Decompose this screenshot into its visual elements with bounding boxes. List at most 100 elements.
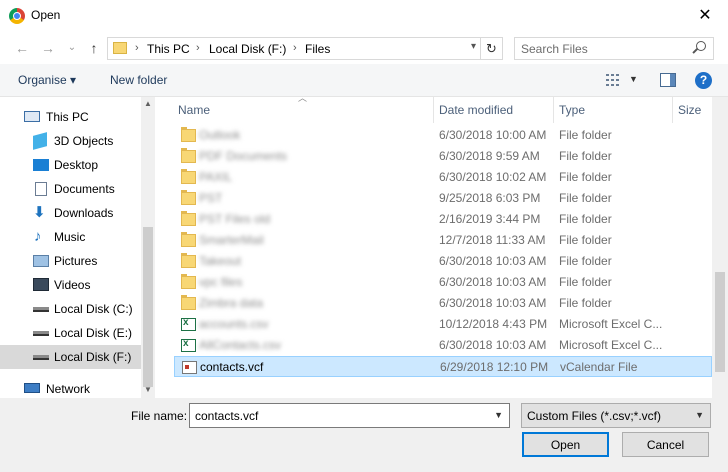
sidebar-item-label: Music [54, 230, 86, 244]
table-row[interactable]: AllContacts.csv 6/30/2018 10:03 AM Microso… [174, 335, 712, 356]
breadcrumb-separator[interactable]: › [293, 42, 297, 54]
search-box[interactable] [514, 37, 714, 60]
breadcrumb-files[interactable]: Files [305, 42, 330, 56]
3d-objects-icon [33, 132, 47, 150]
help-icon[interactable]: ? [695, 72, 712, 89]
address-bar[interactable]: › This PC › Local Disk (F:) › Files ▾ ↻ [107, 37, 503, 60]
close-button[interactable]: ✕ [682, 0, 728, 31]
search-icon[interactable] [696, 41, 706, 51]
table-row[interactable]: vpc files 6/30/2018 10:03 AM File folder [174, 272, 712, 293]
breadcrumb-local-disk-f[interactable]: Local Disk (F:) [209, 42, 286, 56]
file-type-select[interactable]: Custom Files (*.csv;*.vcf) ▼ [521, 403, 711, 428]
sidebar-item-label: This PC [46, 110, 89, 124]
navigation-bar: ← → ⌄ ↑ › This PC › Local Disk (F:) › Fi… [0, 31, 728, 64]
column-header-size[interactable]: Size [678, 97, 701, 123]
folder-icon [113, 42, 127, 54]
table-row[interactable]: PAXIL 6/30/2018 10:02 AM File folder [174, 167, 712, 188]
column-divider[interactable] [553, 97, 554, 123]
search-input[interactable] [515, 38, 685, 59]
sidebar-item-label: Downloads [54, 206, 114, 220]
sidebar-item-music[interactable]: ♪ Music [0, 225, 141, 249]
file-date-modified: 6/30/2018 10:03 AM [439, 296, 547, 310]
videos-icon [33, 278, 49, 291]
sidebar-item-pictures[interactable]: Pictures [0, 249, 141, 273]
column-header-name[interactable]: Name [178, 97, 210, 123]
sidebar-item-desktop[interactable]: Desktop [0, 153, 141, 177]
sidebar-item-local-disk-c[interactable]: Local Disk (C:) [0, 297, 141, 321]
file-name-input[interactable] [190, 404, 480, 427]
sidebar-item-local-disk-e[interactable]: Local Disk (E:) [0, 321, 141, 345]
column-divider[interactable] [672, 97, 673, 123]
view-options-icon[interactable] [606, 74, 622, 86]
table-row[interactable]: PDF Documents 6/30/2018 9:59 AM File folde… [174, 146, 712, 167]
sidebar-item-label: Pictures [54, 254, 98, 268]
sidebar-scroll-thumb[interactable] [143, 227, 153, 387]
sidebar-item-label: Desktop [54, 158, 99, 172]
sidebar-item-local-disk-f[interactable]: Local Disk (F:) [0, 345, 141, 369]
column-header-type[interactable]: Type [559, 97, 585, 123]
cancel-button[interactable]: Cancel [622, 432, 709, 457]
file-type: File folder [559, 149, 612, 163]
folder-icon [181, 274, 196, 289]
table-row[interactable]: Zimbra data 6/30/2018 10:03 AM File folder [174, 293, 712, 314]
sidebar-item-label: Network [46, 382, 91, 396]
scroll-down-icon[interactable]: ▼ [144, 385, 152, 394]
back-button[interactable]: ← [12, 38, 32, 58]
sidebar-item-3d-objects[interactable]: 3D Objects [0, 129, 141, 153]
table-row[interactable]: Takeout 6/30/2018 10:03 AM File folder [174, 251, 712, 272]
file-type: File folder [559, 275, 612, 289]
chevron-down-icon[interactable]: ▼ [629, 74, 638, 84]
excel-file-icon [181, 338, 196, 352]
file-list-scroll-thumb[interactable] [715, 272, 725, 372]
new-folder-button[interactable]: New folder [110, 73, 167, 87]
sidebar-item-videos[interactable]: Videos [0, 273, 141, 297]
file-type: File folder [559, 128, 612, 142]
file-name: accounts.csv [199, 317, 269, 331]
sort-ascending-icon: ︿ [298, 97, 308, 103]
chevron-down-icon[interactable]: ▼ [695, 410, 704, 420]
forward-button[interactable]: → [38, 38, 58, 58]
chevron-down-icon[interactable]: ▾ [471, 41, 476, 52]
folder-icon [181, 232, 196, 247]
network-icon [24, 383, 40, 393]
music-icon: ♪ [34, 228, 42, 245]
table-row[interactable]: Outlook 6/30/2018 10:00 AM File folder [174, 125, 712, 146]
pictures-icon [33, 255, 49, 267]
organise-menu[interactable]: Organise ▾ [18, 73, 76, 87]
table-row[interactable]: accounts.csv 10/12/2018 4:43 PM Microsoft … [174, 314, 712, 335]
preview-pane-icon[interactable] [660, 73, 676, 87]
file-name: AllContacts.csv [199, 338, 282, 352]
table-row[interactable]: SmarterMail 12/7/2018 11:33 AM File folder [174, 230, 712, 251]
sidebar-item-label: Documents [54, 182, 115, 196]
table-row[interactable]: PST Files old 2/16/2019 3:44 PM File folde… [174, 209, 712, 230]
sidebar-item-label: Local Disk (F:) [54, 350, 132, 364]
navigation-pane: This PC 3D Objects Desktop Documents ⬇ D… [0, 97, 155, 398]
file-list: ︿ Name Date modified Type Size Outlook 6/… [170, 97, 712, 398]
up-button[interactable]: ↑ [84, 38, 104, 58]
file-date-modified: 10/12/2018 4:43 PM [439, 317, 548, 331]
recent-locations-button[interactable]: ⌄ [62, 38, 82, 58]
refresh-button[interactable]: ↻ [480, 38, 502, 59]
open-button[interactable]: Open [522, 432, 609, 457]
window-title: Open [31, 8, 61, 22]
table-row[interactable]: contacts.vcf 6/29/2018 12:10 PM vCalendar … [174, 356, 712, 377]
column-divider[interactable] [433, 97, 434, 123]
file-type: File folder [559, 212, 612, 226]
table-row[interactable]: PST 9/25/2018 6:03 PM File folder [174, 188, 712, 209]
sidebar-item-documents[interactable]: Documents [0, 177, 141, 201]
sidebar-scrollbar[interactable]: ▲ ▼ [141, 97, 155, 398]
folder-icon [181, 190, 196, 205]
column-header-date-modified[interactable]: Date modified [439, 97, 513, 123]
sidebar-item-this-pc[interactable]: This PC [0, 105, 141, 129]
sidebar-item-downloads[interactable]: ⬇ Downloads [0, 201, 141, 225]
breadcrumb-separator[interactable]: › [135, 42, 139, 54]
breadcrumb-this-pc[interactable]: This PC [147, 42, 190, 56]
chevron-down-icon[interactable]: ▼ [494, 410, 503, 420]
file-name: Outlook [199, 128, 241, 142]
scroll-up-icon[interactable]: ▲ [144, 99, 152, 108]
file-list-scrollbar[interactable] [712, 97, 728, 398]
file-name-combobox[interactable]: ▼ [189, 403, 510, 428]
breadcrumb-separator[interactable]: › [196, 42, 200, 54]
file-type: File folder [559, 296, 612, 310]
sidebar-item-network[interactable]: Network [0, 377, 141, 398]
